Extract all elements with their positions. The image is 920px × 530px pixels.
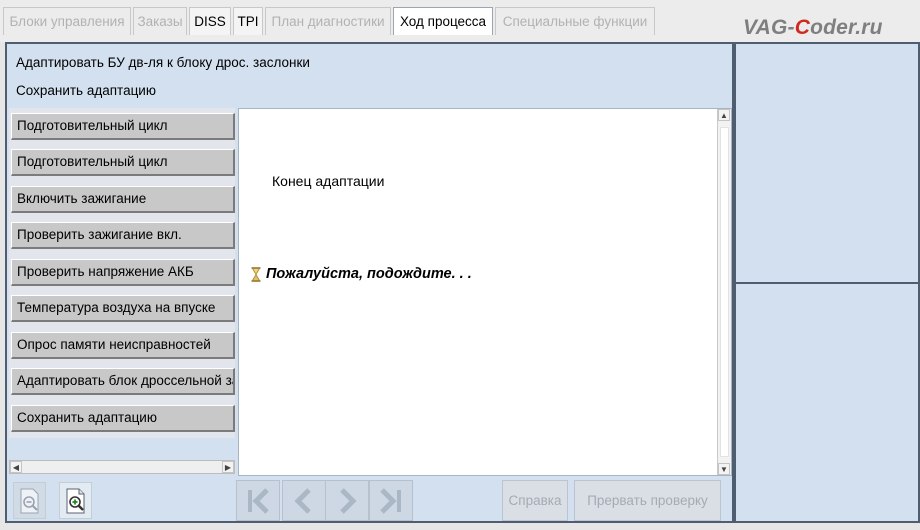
step-item[interactable]: Включить зажигание bbox=[11, 186, 235, 213]
tab-bar: Блоки управления Заказы DISS TPI План ди… bbox=[0, 0, 920, 42]
right-panel-bottom bbox=[734, 284, 920, 523]
step-list-scrollbar[interactable]: ◀ ▶ bbox=[9, 460, 235, 474]
wait-indicator: Пожалуйста, подождите. . . bbox=[251, 266, 472, 282]
process-output-panel: Конец адаптации Пожалуйста, подождите. .… bbox=[238, 108, 732, 476]
hourglass-icon bbox=[251, 266, 261, 282]
next-step-button[interactable] bbox=[325, 480, 369, 521]
step-item[interactable]: Температура воздуха на впуске bbox=[11, 295, 235, 322]
scroll-down-icon[interactable]: ▼ bbox=[718, 463, 730, 475]
tab-special-functions[interactable]: Специальные функции bbox=[495, 7, 655, 35]
right-panel-top bbox=[734, 42, 920, 284]
help-button[interactable]: Справка bbox=[502, 480, 568, 521]
tab-tpi[interactable]: TPI bbox=[233, 7, 263, 35]
previous-step-button[interactable] bbox=[282, 480, 326, 521]
step-item[interactable]: Опрос памяти неисправностей bbox=[11, 332, 235, 359]
tab-process-progress[interactable]: Ход процесса bbox=[393, 7, 493, 35]
chevron-left-icon bbox=[294, 487, 311, 514]
scroll-right-icon[interactable]: ▶ bbox=[222, 461, 234, 473]
zoom-in-icon bbox=[66, 488, 84, 513]
chevron-right-icon bbox=[340, 487, 357, 514]
last-step-button[interactable] bbox=[369, 480, 413, 521]
scroll-left-icon[interactable]: ◀ bbox=[10, 461, 22, 473]
step-item[interactable]: Проверить зажигание вкл. bbox=[11, 222, 235, 249]
skip-to-last-icon bbox=[380, 487, 401, 514]
zoom-out-icon bbox=[20, 488, 38, 513]
step-item[interactable]: Проверить напряжение АКБ bbox=[11, 259, 235, 286]
zoom-out-button[interactable] bbox=[13, 482, 46, 519]
abort-test-button[interactable]: Прервать проверку bbox=[574, 480, 721, 521]
watermark-logo: VAG-Coder.ru bbox=[743, 16, 883, 39]
step-item[interactable]: Сохранить адаптацию bbox=[11, 405, 235, 432]
skip-to-first-icon bbox=[248, 487, 269, 514]
output-scrollbar[interactable]: ▲ ▼ bbox=[717, 109, 731, 475]
tab-control-units[interactable]: Блоки управления bbox=[3, 7, 131, 35]
tab-diss[interactable]: DISS bbox=[189, 7, 231, 35]
adaptation-end-message: Конец адаптации bbox=[272, 173, 385, 189]
zoom-in-button[interactable] bbox=[59, 482, 92, 519]
function-title: Адаптировать БУ дв-ля к блоку дрос. засл… bbox=[16, 55, 310, 70]
step-item[interactable]: Подготовительный цикл bbox=[11, 113, 235, 140]
scroll-thumb[interactable] bbox=[720, 127, 729, 457]
please-wait-text: Пожалуйста, подождите. . . bbox=[266, 266, 472, 282]
step-list[interactable]: Подготовительный цикл Подготовительный ц… bbox=[9, 108, 235, 438]
scroll-up-icon[interactable]: ▲ bbox=[718, 109, 730, 121]
step-item[interactable]: Подготовительный цикл bbox=[11, 149, 235, 176]
first-step-button[interactable] bbox=[236, 480, 280, 521]
tab-orders[interactable]: Заказы bbox=[133, 7, 187, 35]
function-subtitle: Сохранить адаптацию bbox=[16, 83, 156, 98]
tab-diagnostic-plan[interactable]: План диагностики bbox=[265, 7, 391, 35]
step-item[interactable]: Адаптировать блок дроссельной заслонки bbox=[11, 368, 235, 395]
main-panel: Адаптировать БУ дв-ля к блоку дрос. засл… bbox=[5, 42, 734, 523]
